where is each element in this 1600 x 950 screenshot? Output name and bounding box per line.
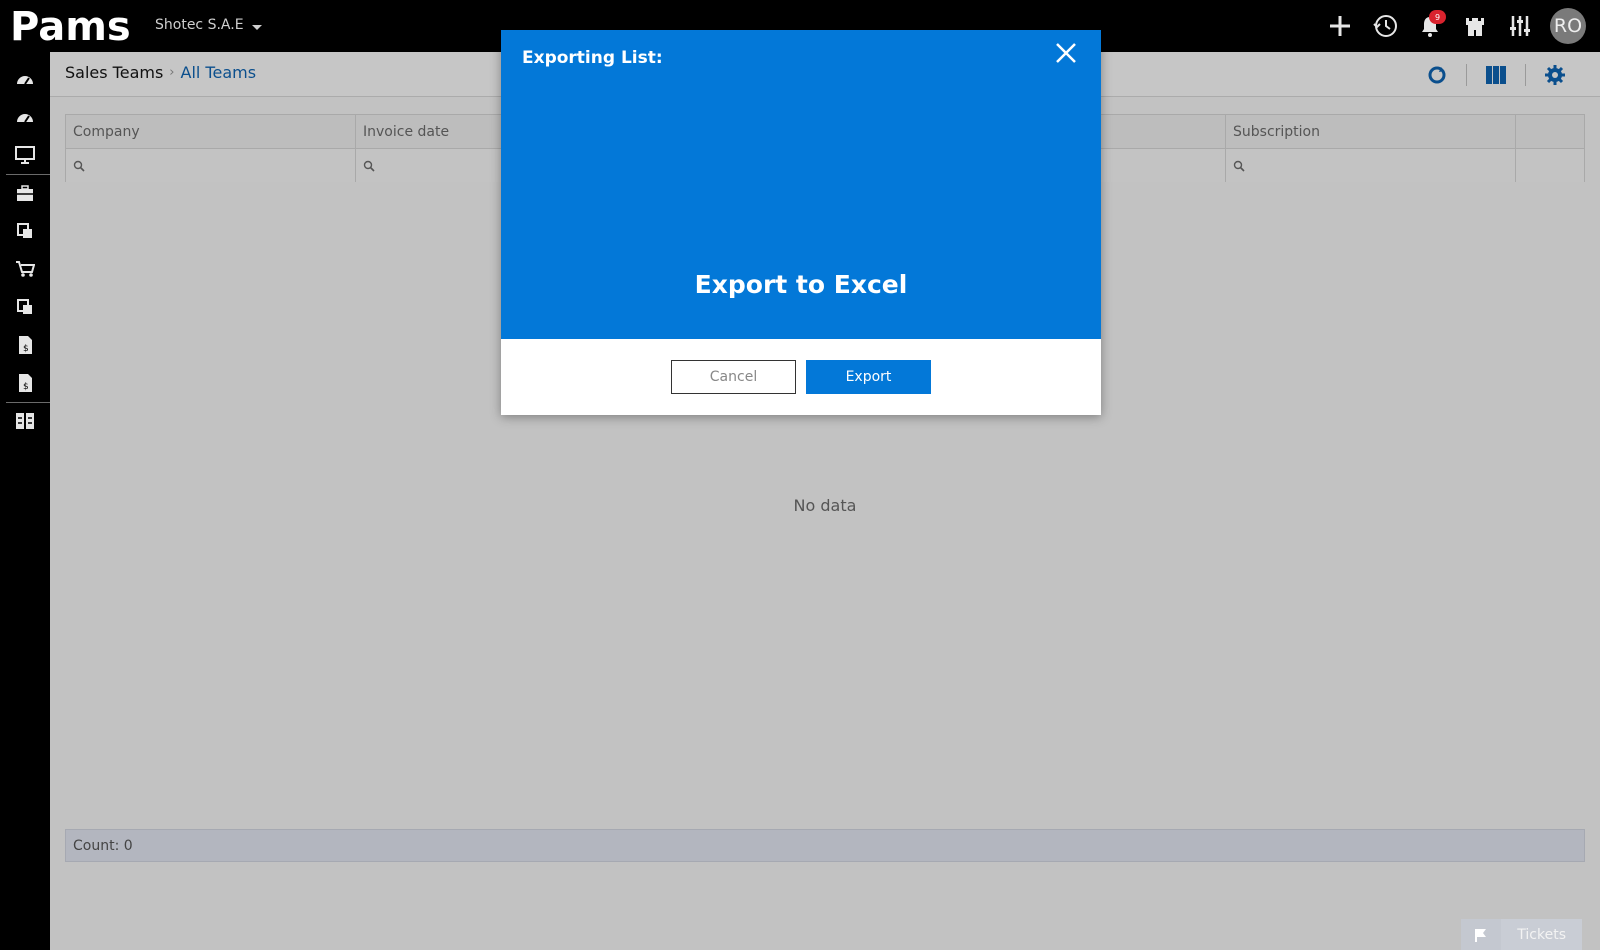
- dialog-title: Exporting List:: [522, 48, 663, 68]
- filter-6: [1516, 149, 1584, 182]
- settings-sliders-button[interactable]: [1497, 0, 1542, 52]
- invoice-dollar-icon: $: [19, 374, 32, 392]
- header-tools: [1422, 60, 1570, 90]
- empty-state-message: No data: [793, 496, 857, 515]
- breadcrumb-root[interactable]: Sales Teams: [65, 63, 163, 82]
- search-icon: [73, 160, 85, 172]
- documents-icon: [17, 299, 32, 314]
- castle-icon: [1465, 18, 1484, 36]
- company-switcher[interactable]: Shotec S.A.E: [155, 17, 262, 33]
- tickets-icon-wrap: [1461, 919, 1502, 950]
- notification-badge: 9: [1429, 10, 1446, 24]
- refresh-button[interactable]: [1422, 60, 1452, 90]
- sidebar-item-monitor[interactable]: [0, 136, 50, 174]
- svg-text:Pams: Pams: [10, 4, 130, 46]
- columns-icon: [1486, 66, 1506, 84]
- sidebar-item-documents[interactable]: [0, 212, 50, 250]
- sidebar: $ $: [0, 52, 50, 950]
- filter-subscription[interactable]: [1226, 149, 1516, 182]
- filter-company[interactable]: [66, 149, 356, 182]
- plus-icon: [1329, 16, 1350, 36]
- column-header-company[interactable]: Company: [66, 115, 356, 148]
- user-avatar[interactable]: RO: [1550, 8, 1586, 44]
- briefcase-icon: [17, 185, 33, 201]
- close-icon: [1056, 43, 1076, 63]
- top-toolbar: 9 RO: [1317, 0, 1600, 52]
- refresh-icon: [1428, 66, 1446, 84]
- speedometer-icon: [17, 114, 33, 123]
- export-button[interactable]: Export: [806, 360, 931, 394]
- tickets-button[interactable]: Tickets: [1461, 919, 1582, 950]
- company-name: Shotec S.A.E: [155, 17, 244, 33]
- settings-button[interactable]: [1540, 60, 1570, 90]
- sidebar-item-reports[interactable]: [0, 402, 50, 440]
- sidebar-item-documents-2[interactable]: [0, 288, 50, 326]
- breadcrumb: Sales Teams › All Teams: [65, 63, 256, 82]
- tickets-label: Tickets: [1501, 919, 1582, 950]
- sidebar-item-cart[interactable]: [0, 250, 50, 288]
- cancel-button[interactable]: Cancel: [671, 360, 796, 394]
- cart-icon: [16, 261, 35, 277]
- chevron-right-icon: ›: [169, 65, 175, 80]
- svg-text:$: $: [23, 382, 29, 392]
- pams-logo[interactable]: Pams: [10, 4, 130, 46]
- notifications-button[interactable]: 9: [1407, 0, 1452, 52]
- report-icon: [16, 413, 34, 429]
- close-button[interactable]: [1049, 36, 1083, 70]
- sidebar-item-invoices[interactable]: $: [0, 326, 50, 364]
- header-divider: [1466, 64, 1467, 86]
- breadcrumb-current[interactable]: All Teams: [181, 63, 257, 82]
- speedometer-icon: [17, 76, 33, 85]
- svg-text:$: $: [23, 344, 29, 354]
- search-icon: [363, 160, 375, 172]
- export-dialog-header: Exporting List: Export to Excel: [501, 30, 1101, 339]
- invoice-dollar-icon: $: [19, 336, 32, 354]
- sidebar-item-briefcase[interactable]: [0, 174, 50, 212]
- monitor-icon: [15, 146, 35, 164]
- dialog-heading: Export to Excel: [694, 270, 908, 299]
- chevron-down-icon: [251, 24, 262, 30]
- history-button[interactable]: [1362, 0, 1407, 52]
- history-icon: [1372, 15, 1397, 37]
- header-divider: [1525, 64, 1526, 86]
- sliders-icon: [1509, 16, 1530, 36]
- add-button[interactable]: [1317, 0, 1362, 52]
- documents-icon: [17, 223, 32, 238]
- dialog-actions: Cancel Export: [501, 360, 1101, 394]
- search-icon: [1233, 160, 1245, 172]
- count-footer: Count: 0: [65, 829, 1585, 862]
- sidebar-item-dashboard-2[interactable]: [0, 98, 50, 136]
- export-dialog: Exporting List: Export to Excel Cancel E…: [501, 30, 1101, 415]
- castle-button[interactable]: [1452, 0, 1497, 52]
- column-header-6: [1516, 115, 1584, 148]
- gear-icon: [1545, 65, 1565, 85]
- flag-icon: [1475, 928, 1487, 942]
- columns-button[interactable]: [1481, 60, 1511, 90]
- sidebar-item-invoices-2[interactable]: $: [0, 364, 50, 402]
- column-header-subscription[interactable]: Subscription: [1226, 115, 1516, 148]
- sidebar-item-dashboard[interactable]: [0, 60, 50, 98]
